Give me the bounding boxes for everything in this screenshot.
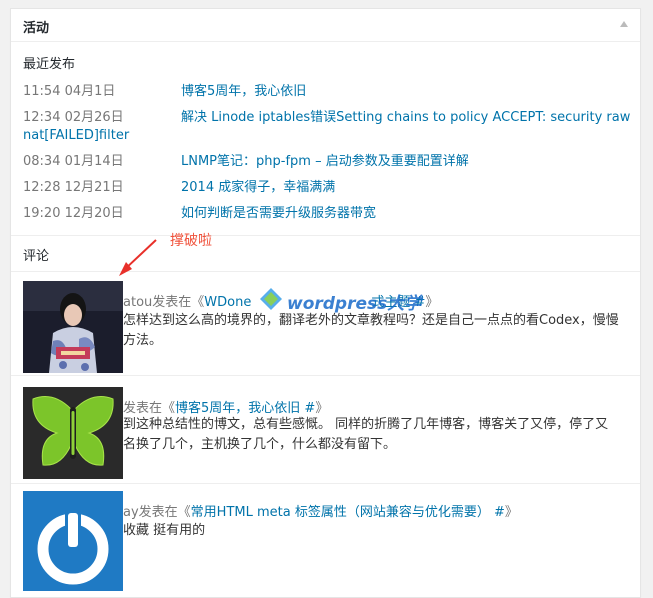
annotation-arrow-icon — [119, 239, 157, 276]
annotation-label: 撑破啦 — [170, 233, 212, 249]
